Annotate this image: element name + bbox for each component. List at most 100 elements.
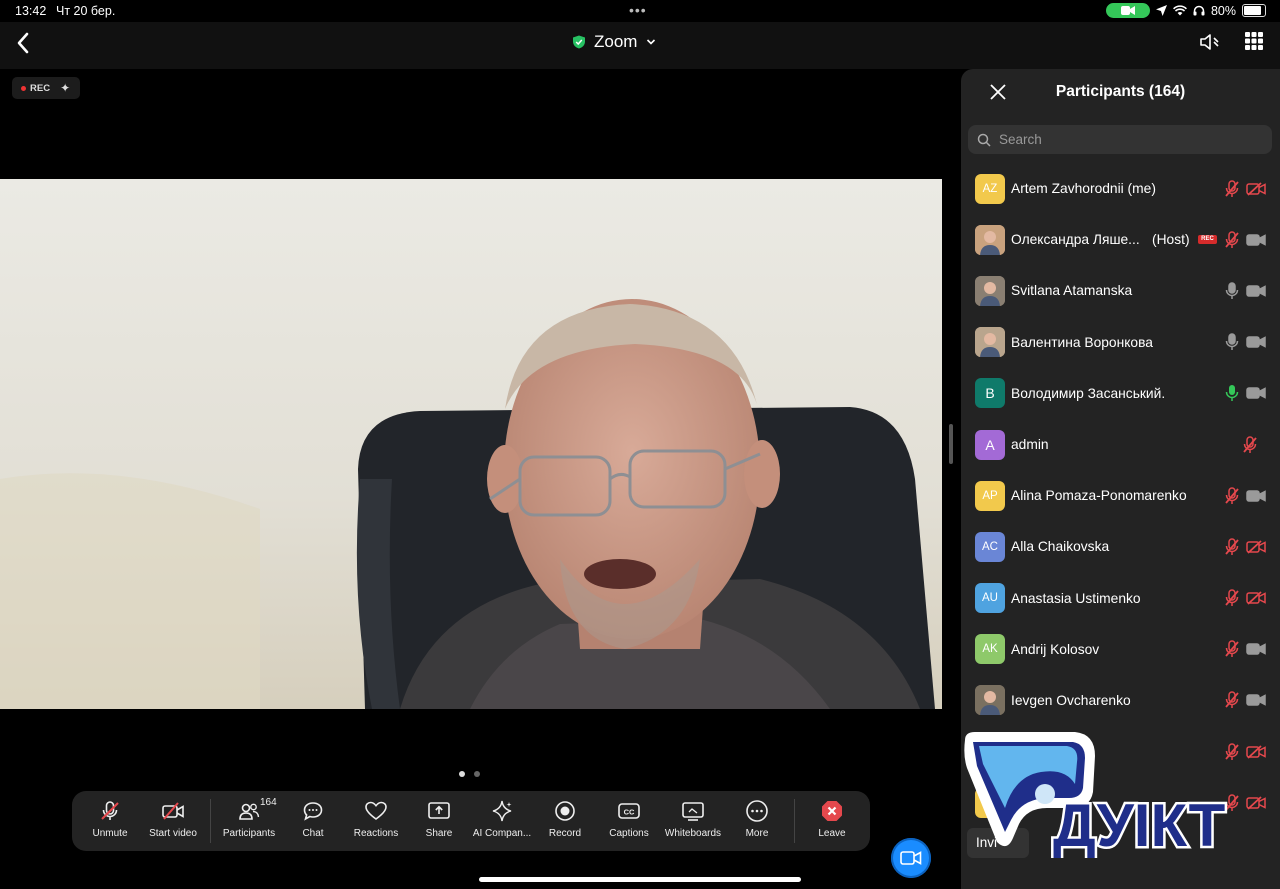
record-icon — [555, 801, 575, 821]
status-icons: 80% — [1105, 3, 1266, 18]
ai-companion-button[interactable]: AI Compan... — [472, 799, 532, 845]
participant-row[interactable]: Svitlana Atamanska — [961, 265, 1280, 316]
start-video-label: Start video — [149, 828, 197, 839]
video-off-icon — [1246, 181, 1266, 196]
leave-label: Leave — [818, 828, 846, 839]
participant-row[interactable]: AP Alina Pomaza-Ponomarenko — [961, 470, 1280, 521]
participant-row[interactable]: AC Alla Chaikovska — [961, 521, 1280, 572]
share-label: Share — [425, 828, 453, 839]
more-button[interactable]: More — [742, 799, 772, 845]
chat-button[interactable]: Chat — [298, 799, 328, 845]
page-dot-1[interactable] — [459, 771, 465, 777]
home-indicator[interactable] — [479, 877, 801, 882]
ai-sparkle-icon — [492, 800, 512, 822]
date: Чт 20 бер. — [56, 4, 116, 18]
record-button[interactable]: Record — [548, 799, 582, 845]
leave-button[interactable]: Leave — [817, 799, 847, 845]
mic-muted-icon — [1242, 435, 1258, 454]
participant-search[interactable] — [968, 125, 1272, 154]
whiteboards-button[interactable]: Whiteboards — [663, 799, 723, 845]
duikt-logo-text: ДУІКТ — [1053, 792, 1225, 858]
mic-muted-icon — [1224, 691, 1240, 709]
participants-button[interactable]: Participants 164 — [220, 797, 278, 845]
panel-header-bar — [942, 22, 1280, 69]
gallery-view-button[interactable] — [1244, 31, 1264, 51]
participant-name: Andrij Kolosov — [1011, 641, 1100, 657]
mic-muted-icon — [1224, 640, 1240, 658]
participant-name: Alina Pomaza-Ponomarenko — [1011, 488, 1187, 504]
whiteboard-icon — [682, 802, 704, 821]
share-button[interactable]: Share — [424, 799, 454, 845]
toolbar-divider — [210, 799, 211, 843]
headphones-icon — [1193, 5, 1205, 16]
participant-avatar: AZ — [975, 173, 1005, 204]
shield-check-icon — [573, 35, 585, 49]
captions-button[interactable]: CC Captions — [608, 799, 650, 845]
close-icon — [990, 84, 1006, 100]
mic-muted-icon — [1224, 589, 1240, 607]
panel-resize-handle[interactable] — [949, 424, 953, 464]
participant-row[interactable]: Валентина Воронкова — [961, 317, 1280, 368]
speaker-off-icon — [1200, 34, 1219, 50]
recording-indicator[interactable]: REC ✦ — [12, 77, 80, 99]
mic-muted-icon — [1224, 231, 1240, 249]
speaker-video-frame — [0, 179, 942, 709]
mic-icon — [1224, 384, 1240, 402]
battery-icon — [1242, 4, 1266, 17]
video-camera-icon — [900, 851, 922, 865]
page-indicator[interactable] — [459, 771, 480, 777]
whiteboards-label: Whiteboards — [664, 828, 722, 839]
reactions-button[interactable]: Reactions — [352, 799, 400, 845]
start-video-button[interactable]: Start video — [147, 799, 199, 845]
search-icon — [977, 133, 991, 147]
close-panel-button[interactable] — [987, 81, 1009, 103]
video-off-icon — [1246, 591, 1266, 605]
video-off-icon — [1246, 540, 1266, 554]
recording-label: REC — [30, 82, 51, 94]
participant-name: Валентина Воронкова — [1011, 334, 1153, 350]
participant-avatar: AK — [975, 634, 1005, 665]
participant-row[interactable]: AZ Artem Zavhorodnii (me) — [961, 163, 1280, 214]
video-icon — [1246, 284, 1266, 298]
recording-badge: REC — [1198, 235, 1217, 245]
mic-muted-icon — [1224, 179, 1240, 198]
multitasking-dots-icon[interactable]: ••• — [629, 2, 647, 18]
participant-row[interactable]: Ievgen Ovcharenko — [961, 675, 1280, 726]
host-label: (Host) — [1152, 232, 1190, 248]
ai-companion-label: AI Compan... — [472, 828, 532, 839]
status-bar: 13:42 Чт 20 бер. ••• 80% — [0, 0, 1280, 22]
captions-icon: CC — [618, 803, 640, 819]
participants-count: 164 — [260, 797, 277, 808]
unmute-button[interactable]: Unmute — [91, 799, 129, 845]
clock: 13:42 — [15, 4, 47, 18]
participant-row[interactable]: AU Anastasia Ustimenko — [961, 573, 1280, 624]
location-icon — [1155, 5, 1167, 16]
mic-icon — [1224, 333, 1240, 351]
meeting-header: Zoom — [0, 22, 942, 69]
participant-row[interactable]: Олександра Ляше... (Host) REC — [961, 214, 1280, 265]
captions-label: Captions — [609, 828, 649, 839]
page-dot-2[interactable] — [474, 771, 480, 777]
mic-icon — [1224, 282, 1240, 300]
participant-name: Artem Zavhorodnii (me) — [1011, 181, 1156, 197]
reactions-label: Reactions — [353, 828, 399, 839]
participant-row[interactable]: Aadmin — [961, 419, 1280, 470]
wifi-icon — [1173, 5, 1187, 16]
search-input[interactable] — [997, 131, 1261, 148]
video-off-icon — [1246, 796, 1266, 810]
speaker-button[interactable] — [1198, 30, 1222, 54]
meeting-title[interactable]: Zoom — [572, 32, 657, 52]
back-button[interactable] — [12, 28, 36, 58]
participant-row[interactable]: AK Andrij Kolosov — [961, 624, 1280, 675]
active-speaker-video[interactable] — [0, 179, 942, 709]
participant-photo-avatar — [975, 327, 1005, 358]
participant-name: Anastasia Ustimenko — [1011, 590, 1141, 606]
unmute-label: Unmute — [92, 828, 128, 839]
participants-icon — [239, 803, 260, 820]
camera-in-use-icon — [1105, 3, 1150, 18]
chat-icon — [303, 802, 323, 821]
participant-row[interactable]: B Володимир Засанський. — [961, 368, 1280, 419]
video-float-button[interactable] — [891, 838, 931, 878]
participant-name: Svitlana Atamanska — [1011, 283, 1133, 299]
meeting-title-label: Zoom — [594, 32, 638, 51]
